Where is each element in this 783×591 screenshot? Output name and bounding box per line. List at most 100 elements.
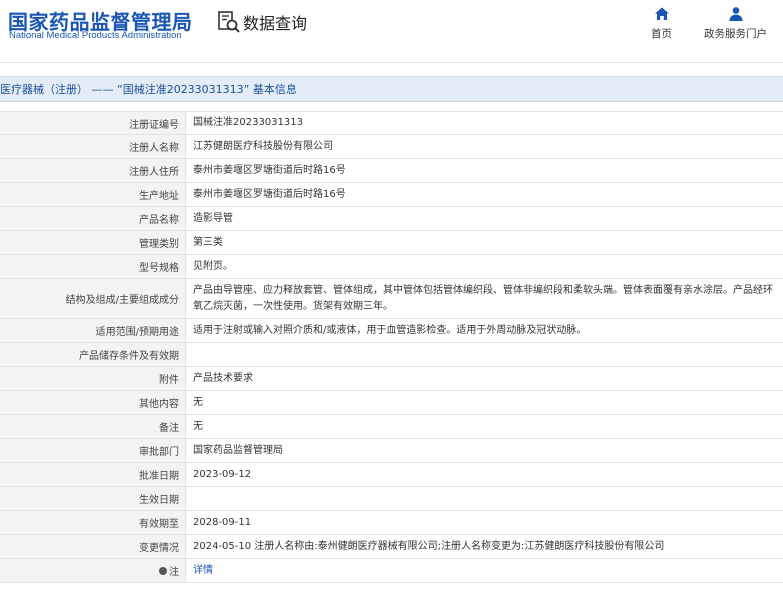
detail-table: 注册证编号 国械注准20233031313 注册人名称 江苏健朗医疗科技股份有限公司注… xyxy=(0,111,783,583)
table-row: 注册证编号 国械注准20233031313 xyxy=(0,111,783,135)
field-value: 第三类 xyxy=(186,231,783,254)
table-row: 备注 无 xyxy=(0,415,783,439)
field-label: 生效日期 xyxy=(0,487,186,510)
field-label-text: 附件 xyxy=(159,375,179,386)
field-value: 2023-09-12 xyxy=(186,463,783,486)
table-row: 产品名称 造影导管 xyxy=(0,207,783,231)
pin-icon xyxy=(159,566,167,575)
field-value-text: 国械注准20233031313 xyxy=(193,117,303,128)
field-value-text: 产品由导管座、应力释放套管、管体组成，其中管体包括管体编织段、管体非编织段和柔软… xyxy=(193,284,773,312)
table-row: 有效期至 2028-09-11 xyxy=(0,511,783,535)
field-label: 附件 xyxy=(0,367,186,390)
field-label: 注 xyxy=(0,559,186,582)
field-label-text: 备注 xyxy=(159,423,179,434)
table-row: 变更情况 2024-05-10 注册人名称由:泰州健朗医疗器械有限公司;注册人名称… xyxy=(0,535,783,559)
field-value-text: 造影导管 xyxy=(193,212,233,224)
field-value: 泰州市姜堰区罗塘街道后时路16号 xyxy=(186,159,783,182)
field-label-text: 变更情况 xyxy=(139,543,179,554)
table-row: 生产地址 泰州市姜堰区罗塘街道后时路16号 xyxy=(0,183,783,207)
table-row: 适用范围/预期用途 适用于注射或输入对照介质和/或液体，用于血管造影检查。适用于外… xyxy=(0,319,783,343)
field-label-text: 产品储存条件及有效期 xyxy=(79,351,179,362)
field-value-text: 泰州市姜堰区罗塘街道后时路16号 xyxy=(193,188,346,200)
field-label: 型号规格 xyxy=(0,255,186,278)
details-link[interactable]: 详情 xyxy=(193,563,213,579)
field-label-text: 批准日期 xyxy=(139,471,179,482)
field-label: 其他内容 xyxy=(0,391,186,414)
field-value: 造影导管 xyxy=(186,207,783,230)
table-row: 型号规格 见附页。 xyxy=(0,255,783,279)
field-label-text: 注 xyxy=(169,567,179,578)
nav-home[interactable]: 首页 xyxy=(651,6,672,41)
field-label-text: 结构及组成/主要组成成分 xyxy=(65,295,179,306)
field-label-text: 注册人名称 xyxy=(129,143,179,154)
site-header: 国家药品监督管理局 National Medical Products Admi… xyxy=(0,0,783,62)
field-label: 批准日期 xyxy=(0,463,186,486)
field-label-text: 有效期至 xyxy=(139,519,179,530)
field-value: 产品技术要求 xyxy=(186,367,783,390)
field-value: 国家药品监督管理局 xyxy=(186,439,783,462)
field-label-text: 管理类别 xyxy=(139,239,179,250)
field-value: 适用于注射或输入对照介质和/或液体，用于血管造影检查。适用于外周动脉及冠状动脉。 xyxy=(186,319,783,342)
field-value-text: 第三类 xyxy=(193,236,223,248)
nav-gov-service-portal[interactable]: 政务服务门户 xyxy=(704,6,767,41)
field-value: 见附页。 xyxy=(186,255,783,278)
data-search-icon xyxy=(218,11,240,33)
field-label-text: 适用范围/预期用途 xyxy=(95,327,179,338)
field-value xyxy=(186,343,783,366)
field-label: 变更情况 xyxy=(0,535,186,558)
field-value: 详情 xyxy=(186,559,783,582)
field-label-text: 注册人住所 xyxy=(129,167,179,178)
field-label: 有效期至 xyxy=(0,511,186,534)
header-divider xyxy=(0,62,783,63)
field-value-text: 2024-05-10 注册人名称由:泰州健朗医疗器械有限公司;注册人名称变更为:… xyxy=(193,540,665,552)
field-label: 注册证编号 xyxy=(0,112,186,134)
field-label: 管理类别 xyxy=(0,231,186,254)
nav-portal-label: 政务服务门户 xyxy=(704,28,767,40)
table-row: 其他内容 无 xyxy=(0,391,783,415)
field-label: 产品名称 xyxy=(0,207,186,230)
home-icon xyxy=(654,7,669,20)
field-value-text: 适用于注射或输入对照介质和/或液体，用于血管造影检查。适用于外周动脉及冠状动脉。 xyxy=(193,324,587,336)
table-row: 附件 产品技术要求 xyxy=(0,367,783,391)
user-icon xyxy=(729,7,742,21)
field-value-text: 江苏健朗医疗科技股份有限公司 xyxy=(193,140,333,152)
table-row: 注册人住所 泰州市姜堰区罗塘街道后时路16号 xyxy=(0,159,783,183)
field-label: 审批部门 xyxy=(0,439,186,462)
field-value: 2024-05-10 注册人名称由:泰州健朗医疗器械有限公司;注册人名称变更为:… xyxy=(186,535,783,558)
field-value: 泰州市姜堰区罗塘街道后时路16号 xyxy=(186,183,783,206)
field-value: 产品由导管座、应力释放套管、管体组成，其中管体包括管体编织段、管体非编织段和柔软… xyxy=(186,279,783,318)
field-label-text: 生产地址 xyxy=(139,191,179,202)
table-row: 批准日期 2023-09-12 xyxy=(0,463,783,487)
field-value-text: 泰州市姜堰区罗塘街道后时路16号 xyxy=(193,164,346,176)
data-query-label: 数据查询 xyxy=(243,14,308,33)
field-value: 2028-09-11 xyxy=(186,511,783,534)
field-label: 结构及组成/主要组成成分 xyxy=(0,279,186,318)
field-label-text: 注册证编号 xyxy=(129,119,179,131)
field-value xyxy=(186,487,783,510)
field-label: 备注 xyxy=(0,415,186,438)
site-logo-en: National Medical Products Administration xyxy=(9,30,182,41)
field-label: 注册人名称 xyxy=(0,135,186,158)
table-row: 生效日期 xyxy=(0,487,783,511)
field-value-text: 2028-09-11 xyxy=(193,516,252,528)
table-row: 审批部门 国家药品监督管理局 xyxy=(0,439,783,463)
field-label-text: 产品名称 xyxy=(139,215,179,226)
table-row: 注 详情 xyxy=(0,559,783,583)
field-value-text: 无 xyxy=(193,396,203,408)
field-label: 注册人住所 xyxy=(0,159,186,182)
field-value: 无 xyxy=(186,391,783,414)
table-row: 注册人名称 江苏健朗医疗科技股份有限公司 xyxy=(0,135,783,159)
field-value-text: 2023-09-12 xyxy=(193,468,252,480)
field-value: 无 xyxy=(186,415,783,438)
table-row: 管理类别 第三类 xyxy=(0,231,783,255)
field-label-text: 生效日期 xyxy=(139,495,179,506)
field-value: 江苏健朗医疗科技股份有限公司 xyxy=(186,135,783,158)
field-label-text: 审批部门 xyxy=(139,447,179,458)
field-label-text: 其他内容 xyxy=(139,399,179,410)
data-query-title: 数据查询 xyxy=(217,10,307,34)
nav-home-label: 首页 xyxy=(651,28,672,40)
table-row: 结构及组成/主要组成成分 产品由导管座、应力释放套管、管体组成，其中管体包括管体编… xyxy=(0,279,783,319)
field-value-text: 国家药品监督管理局 xyxy=(193,444,283,456)
field-label: 生产地址 xyxy=(0,183,186,206)
field-value: 国械注准20233031313 xyxy=(186,112,783,134)
